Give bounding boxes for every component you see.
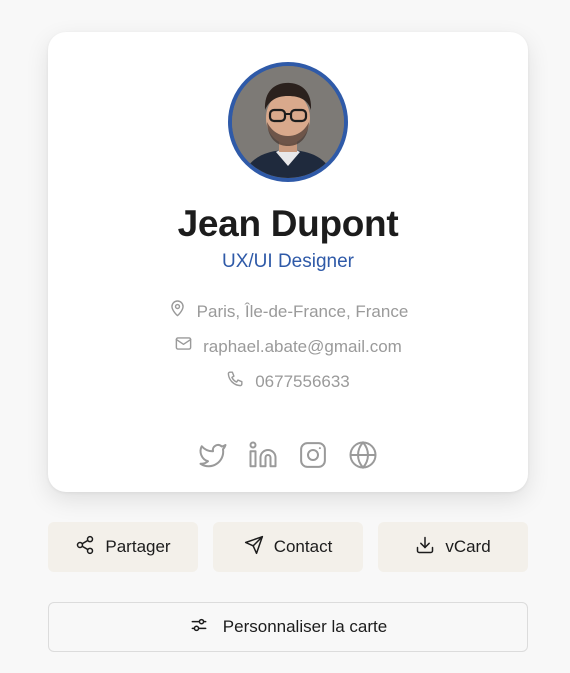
share-button[interactable]: Partager — [48, 522, 198, 572]
share-icon — [75, 535, 95, 560]
twitter-icon[interactable] — [198, 440, 228, 470]
customize-card-button[interactable]: Personnaliser la carte — [48, 602, 528, 652]
phone-row[interactable]: 0677556633 — [48, 369, 528, 394]
linkedin-icon[interactable] — [248, 440, 278, 470]
contact-label: Contact — [273, 537, 333, 556]
email-row[interactable]: raphael.abate@gmail.com — [48, 334, 528, 359]
phone-icon — [226, 369, 245, 394]
customize-label: Personnaliser la carte — [222, 617, 388, 636]
share-label: Partager — [105, 537, 171, 556]
map-pin-icon — [168, 299, 187, 324]
location-text: Paris, Île-de-France, France — [196, 301, 409, 321]
mail-icon — [174, 334, 193, 359]
contact-button[interactable]: Contact — [213, 522, 363, 572]
vcard-label: vCard — [445, 537, 491, 556]
profile-role: UX/UI Designer — [222, 251, 354, 272]
social-links — [48, 440, 528, 470]
profile-name: Jean Dupont — [177, 203, 399, 244]
instagram-icon[interactable] — [298, 440, 328, 470]
sliders-icon — [189, 615, 209, 640]
phone-text[interactable]: 0677556633 — [255, 371, 350, 393]
avatar — [228, 62, 348, 182]
email-text[interactable]: raphael.abate@gmail.com — [203, 336, 402, 358]
globe-icon[interactable] — [348, 440, 378, 470]
vcard-download-button[interactable]: vCard — [378, 522, 528, 572]
download-icon — [415, 535, 435, 560]
location-row: Paris, Île-de-France, France — [48, 299, 528, 324]
send-icon — [244, 535, 264, 560]
profile-card: Jean Dupont UX/UI Designer Paris, Île-de… — [48, 32, 528, 492]
